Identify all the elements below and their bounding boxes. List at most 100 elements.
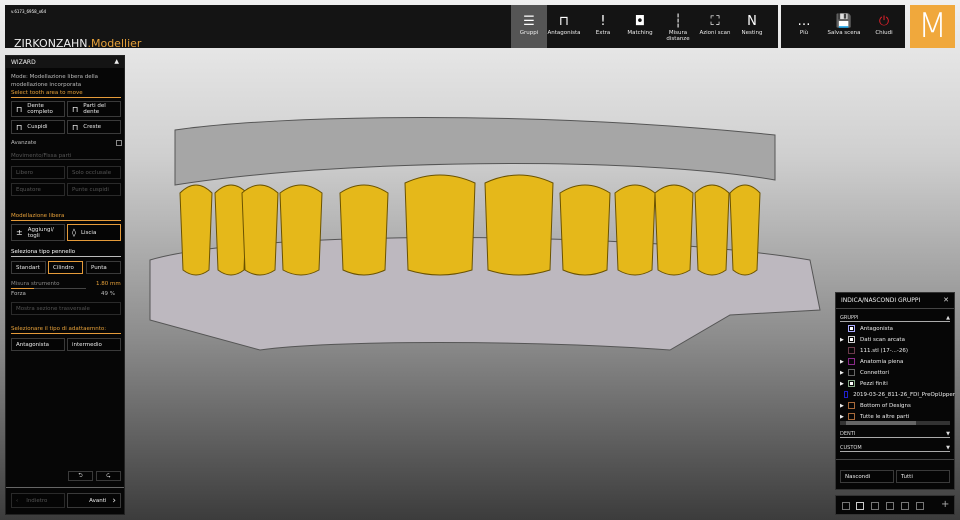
toolbar-matching-button[interactable]: ◘ Matching — [622, 5, 658, 48]
crown-tooth[interactable] — [559, 184, 611, 276]
all-button[interactable]: Tutti — [896, 470, 950, 483]
expand-arrow-icon[interactable]: ▶ — [840, 370, 848, 376]
expand-arrow-icon[interactable]: ▶ — [840, 414, 848, 420]
crown-tooth[interactable] — [729, 184, 761, 276]
visibility-checkbox[interactable] — [848, 413, 855, 420]
crown-tooth[interactable] — [179, 184, 213, 276]
crown-tooth[interactable] — [654, 184, 694, 276]
group-row[interactable]: ▶ Dati scan arcata — [840, 334, 955, 345]
next-button[interactable]: Avanti › — [67, 493, 121, 508]
group-row[interactable]: Antagonista — [840, 323, 955, 334]
crown-tooth[interactable] — [694, 184, 730, 276]
group-row[interactable]: ▶ Anatomia piena — [840, 356, 955, 367]
custom-section-header[interactable]: CUSTOM ▼ — [840, 445, 950, 452]
expand-arrow-icon[interactable]: ▶ — [840, 337, 848, 343]
group-row[interactable]: ▶ Pezzi finiti — [840, 378, 955, 389]
cross-section-button[interactable]: Mostra sezione trasversale — [11, 302, 121, 315]
3d-viewport[interactable] — [130, 100, 830, 370]
cusps-icon: ⊓ — [16, 122, 23, 132]
smooth-button[interactable]: ◊ Liscia — [67, 224, 121, 241]
expand-arrow-icon[interactable]: ▶ — [840, 381, 848, 387]
crown-tooth[interactable] — [339, 184, 389, 276]
expand-arrow-icon[interactable]: ▶ — [840, 359, 848, 365]
toolbar-antagonist-button[interactable]: ⊓ Antagonista — [546, 5, 582, 48]
group-label: 111.stl (17-...-26) — [860, 347, 909, 354]
collapse-icon[interactable]: ▲ — [114, 58, 119, 65]
top-toolbar-right: … Più 💾 Salva scena ⏻ Chiudi — [781, 5, 905, 48]
view-frame-icon[interactable] — [856, 502, 864, 510]
group-row[interactable]: ▶ Bottom of Designs — [840, 400, 955, 411]
app-title: ZIRKONZAHN.Modellier — [14, 37, 141, 50]
toolbar-power-button[interactable]: ⏻ Chiudi — [866, 5, 902, 48]
collapse-icon[interactable]: ▲ — [946, 315, 950, 321]
tool-size-slider[interactable] — [11, 288, 86, 289]
standard-brush-button[interactable]: Standart — [11, 261, 46, 274]
visibility-checkbox[interactable] — [848, 347, 855, 354]
visibility-checkbox[interactable] — [848, 402, 855, 409]
visibility-checkbox[interactable] — [848, 369, 855, 376]
toolbar-menu-button[interactable]: ☰ Gruppi — [511, 5, 547, 48]
crown-tooth[interactable] — [484, 174, 554, 276]
cusps-button[interactable]: ⊓ Cuspidi — [11, 120, 65, 134]
add-icon[interactable]: + — [941, 499, 949, 510]
view-left-icon[interactable] — [871, 502, 879, 510]
undo-button[interactable]: ⮌ — [68, 471, 93, 481]
group-label: Antagonista — [860, 325, 894, 332]
divider — [836, 459, 954, 460]
view-bottom-icon[interactable] — [916, 502, 924, 510]
force-value[interactable]: 49 % — [101, 291, 115, 297]
group-row[interactable]: ▶ Connettori — [840, 367, 955, 378]
whole-tooth-button[interactable]: ⊓ Dente completo — [11, 101, 65, 117]
cusp-tips-button[interactable]: Punte cuspidi — [67, 183, 121, 196]
visibility-checkbox[interactable] — [848, 336, 855, 343]
tip-brush-button[interactable]: Punta — [86, 261, 121, 274]
horizontal-scrollbar[interactable] — [840, 421, 950, 425]
value: 1.80 — [96, 281, 109, 287]
tool-size-value[interactable]: 1.80 mm — [96, 281, 121, 287]
visibility-checkbox[interactable] — [848, 380, 855, 387]
app-logo[interactable]: M — [910, 5, 955, 48]
crown-tooth[interactable] — [614, 184, 656, 276]
free-button[interactable]: Libero — [11, 166, 65, 179]
back-button[interactable]: ‹ Indietro — [11, 493, 65, 508]
expand-arrow-icon[interactable]: ▶ — [840, 403, 848, 409]
crown-tooth[interactable] — [241, 184, 279, 276]
toolbar-ruler-button[interactable]: ┆ Misura distanze — [660, 5, 696, 48]
crown-tooth[interactable] — [279, 184, 323, 276]
crown-tooth[interactable] — [404, 174, 476, 276]
group-row[interactable]: 111.stl (17-...-26) — [840, 345, 955, 356]
scrollbar-thumb[interactable] — [846, 421, 916, 425]
expand-icon[interactable]: ▼ — [946, 431, 950, 437]
redo-button[interactable]: ⮎ — [96, 471, 121, 481]
hide-button[interactable]: Nascondi — [840, 470, 894, 483]
exclamation-icon: ! — [600, 14, 606, 29]
toolbar-scan-button[interactable]: ⛶ Azioni scan — [697, 5, 733, 48]
view-front-icon[interactable] — [842, 502, 850, 510]
visibility-checkbox[interactable] — [843, 391, 849, 398]
advanced-checkbox[interactable] — [116, 140, 122, 146]
antagonist-adapt-button[interactable]: Antagonista — [11, 338, 65, 351]
equator-button[interactable]: Equatore — [11, 183, 65, 196]
view-top-icon[interactable] — [901, 502, 909, 510]
tooth-parts-button[interactable]: ⊓ Parti del dente — [67, 101, 121, 117]
intermediate-adapt-button[interactable]: intermedio — [67, 338, 121, 351]
ridges-button[interactable]: ⊓ Creste — [67, 120, 121, 134]
visibility-checkbox[interactable] — [848, 325, 855, 332]
toolbar-save-button[interactable]: 💾 Salva scena — [826, 5, 862, 48]
teeth-section-header[interactable]: DENTI ▼ — [840, 431, 950, 438]
wizard-title: WIZARD — [11, 59, 36, 66]
expand-icon[interactable]: ▼ — [946, 445, 950, 451]
toolbar-more-button[interactable]: … Più — [786, 5, 822, 48]
wizard-header[interactable]: WIZARD ▲ — [6, 56, 124, 68]
groups-section-header[interactable]: GRUPPI ▲ — [840, 315, 950, 322]
slider-fill — [11, 288, 34, 289]
close-icon[interactable]: ✕ — [943, 296, 949, 304]
toolbar-exclamation-button[interactable]: ! Extra — [585, 5, 621, 48]
toolbar-nesting-button[interactable]: N Nesting — [734, 5, 770, 48]
visibility-checkbox[interactable] — [848, 358, 855, 365]
group-row[interactable]: 2019-03-26_811-26_FDI_PreOpUpper — [840, 389, 955, 400]
add-remove-button[interactable]: ± Aggiungi/ togli — [11, 224, 65, 241]
view-right-icon[interactable] — [886, 502, 894, 510]
occlusal-only-button[interactable]: Solo occlusale — [67, 166, 121, 179]
cylinder-brush-button[interactable]: Cilindro — [48, 261, 83, 274]
